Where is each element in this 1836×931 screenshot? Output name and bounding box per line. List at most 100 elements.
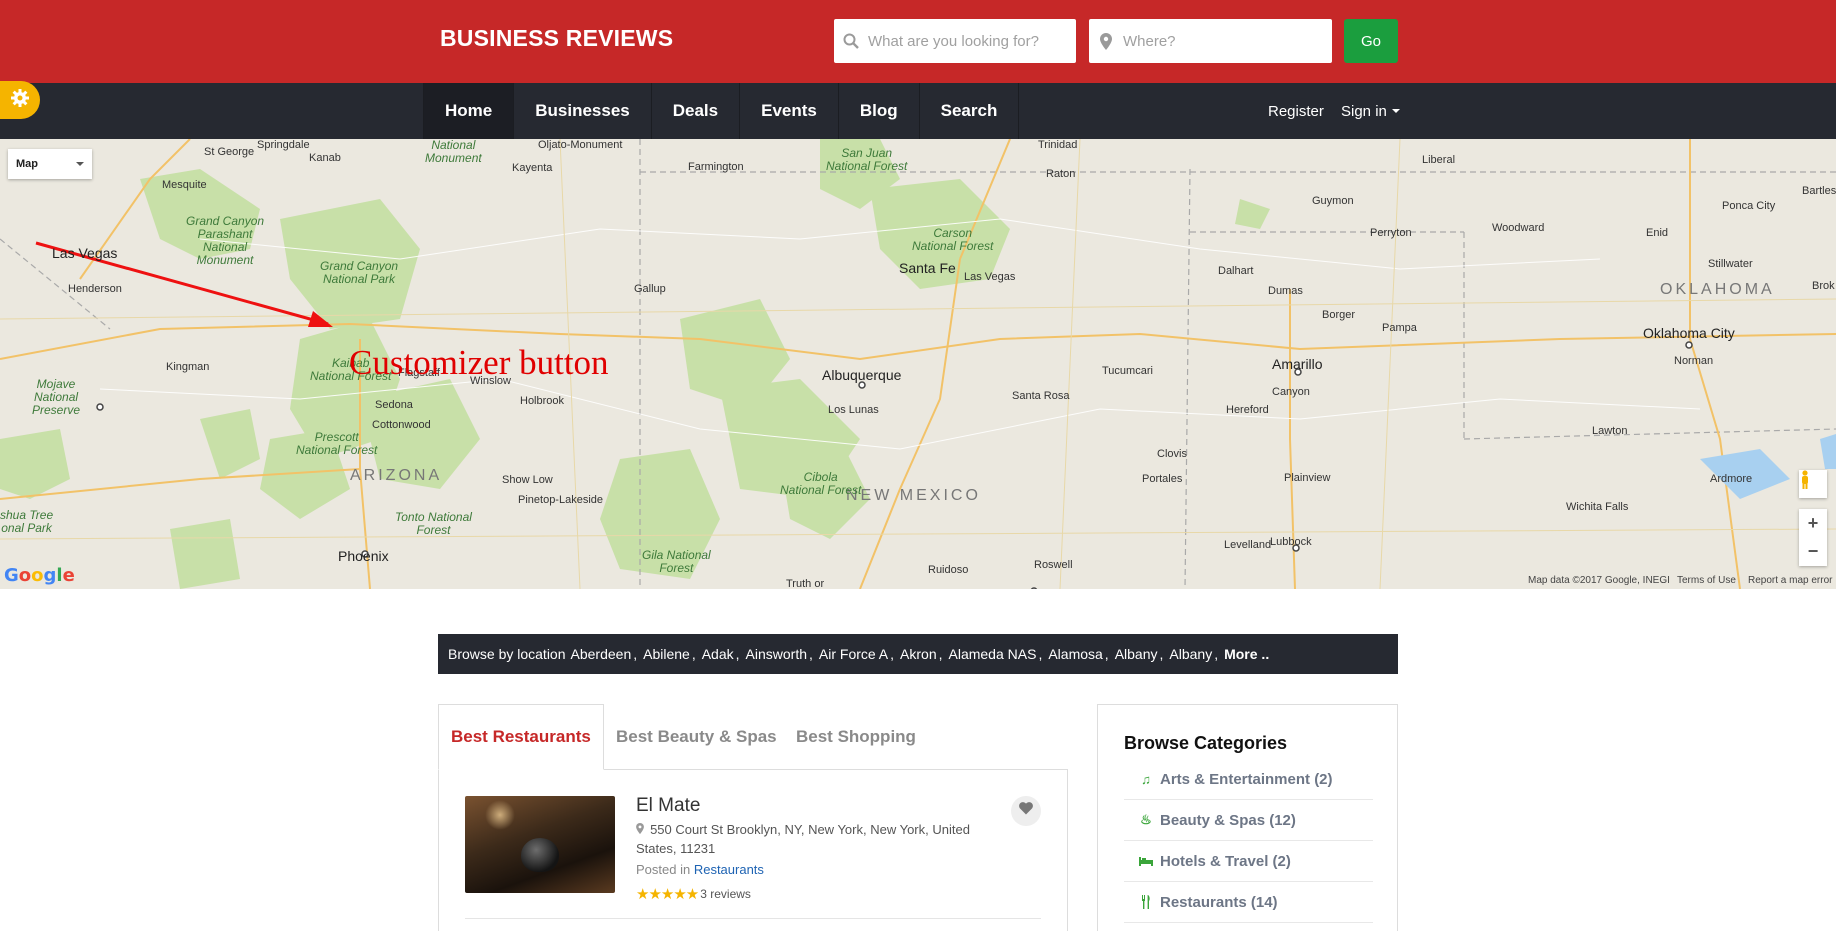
map-label: Henderson — [68, 283, 122, 295]
map-label: Borger — [1322, 309, 1356, 321]
listing-body: El Mate 550 Court St Brooklyn, NY, New Y… — [438, 770, 1068, 931]
map-label: Gallup — [634, 283, 666, 295]
tab-best-restaurants[interactable]: Best Restaurants — [438, 704, 604, 770]
location-link[interactable]: Aberdeen — [571, 646, 632, 662]
map-label: Holbrook — [520, 395, 565, 407]
nav-item-blog[interactable]: Blog — [839, 83, 920, 139]
location-link[interactable]: Ainsworth — [746, 646, 807, 662]
zoom-out-button[interactable]: − — [1799, 537, 1827, 565]
location-link[interactable]: Abilene — [643, 646, 690, 662]
map-label: Guymon — [1312, 195, 1354, 207]
map-label: Kanab — [309, 152, 341, 164]
map-label: Portales — [1142, 473, 1183, 485]
map-label: Farmington — [688, 161, 744, 173]
map-label: Show Low — [502, 474, 553, 486]
site-logo[interactable]: BUSINESS REVIEWS — [440, 25, 673, 52]
map-label: Santa Rosa — [1012, 390, 1070, 402]
business-title[interactable]: El Mate — [636, 795, 700, 817]
register-link[interactable]: Register — [1268, 83, 1324, 139]
map-label: Mesquite — [162, 179, 207, 191]
browse-location-label: Browse by location — [448, 646, 566, 662]
map-label-park: Cibola National Forest — [780, 470, 862, 497]
favorite-button[interactable] — [1011, 796, 1041, 826]
map-type-select[interactable]: Map — [8, 149, 92, 179]
map-report-link[interactable]: Report a map error — [1748, 575, 1832, 586]
category-label: Restaurants (14) — [1160, 893, 1278, 911]
location-link[interactable]: Alameda NAS — [949, 646, 1037, 662]
tab-best-beauty-spas[interactable]: Best Beauty & Spas — [616, 704, 777, 770]
map-label: Norman — [1674, 355, 1714, 367]
listing-panel: Best Restaurants Best Beauty & Spas Best… — [438, 704, 1068, 931]
nav-item-deals[interactable]: Deals — [652, 83, 741, 139]
location-link[interactable]: Adak — [702, 646, 734, 662]
street-view-pegman-icon[interactable] — [1799, 470, 1827, 498]
category-link[interactable]: Restaurants — [694, 862, 764, 877]
map-label: Hereford — [1226, 404, 1269, 416]
category-item-beauty[interactable]: ♨ Beauty & Spas (12) — [1124, 800, 1373, 841]
map-label-state: NEW MEXICO — [846, 487, 981, 504]
search-where-box[interactable] — [1089, 19, 1332, 63]
browse-categories-title: Browse Categories — [1124, 733, 1288, 753]
map-label: Phoenix — [338, 548, 389, 564]
zoom-control: + − — [1799, 509, 1827, 566]
listing-tabs: Best Restaurants Best Beauty & Spas Best… — [438, 704, 1068, 770]
google-logo: Google — [4, 565, 75, 586]
site-header: BUSINESS REVIEWS Go — [0, 0, 1836, 83]
map-label: Plainview — [1284, 472, 1331, 484]
category-item-restaurants[interactable]: Restaurants (14) — [1124, 882, 1373, 923]
main-navbar: Home Businesses Deals Events Blog Search… — [0, 83, 1836, 139]
map-label-state: ARIZONA — [350, 467, 443, 484]
map-label: Perryton — [1370, 227, 1412, 239]
map-label: Clovis — [1157, 448, 1187, 460]
nav-menu: Home Businesses Deals Events Blog Search — [423, 83, 1020, 139]
sign-in-dropdown[interactable]: Sign in — [1341, 83, 1400, 139]
zoom-in-button[interactable]: + — [1799, 509, 1827, 537]
browse-by-location-bar: Browse by location Aberdeen, Abilene, Ad… — [438, 634, 1398, 674]
go-button[interactable]: Go — [1344, 19, 1398, 63]
map-label: Truth or — [786, 578, 825, 589]
category-label: Beauty & Spas (12) — [1160, 811, 1296, 829]
map-label: Wichita Falls — [1566, 501, 1629, 513]
map-terms-link[interactable]: Terms of Use — [1677, 575, 1736, 586]
search-where-input[interactable] — [1123, 19, 1332, 63]
location-link[interactable]: Air Force A — [819, 646, 888, 662]
location-link[interactable]: Albany — [1169, 646, 1212, 662]
dropdown-arrow-icon — [76, 162, 84, 166]
map-label: Pampa — [1382, 322, 1417, 334]
map-label-park: San Juan National Forest — [826, 146, 908, 173]
customizer-button[interactable] — [0, 81, 40, 119]
utensils-icon — [1138, 895, 1154, 909]
location-link[interactable]: Alamosa — [1048, 646, 1102, 662]
posted-in-label: Posted in — [636, 862, 691, 877]
location-link[interactable]: Albany — [1115, 646, 1158, 662]
nav-item-search[interactable]: Search — [920, 83, 1020, 139]
nav-item-businesses[interactable]: Businesses — [514, 83, 652, 139]
map-label: Brok — [1812, 280, 1835, 292]
location-pin-icon — [1089, 32, 1123, 50]
more-locations-link[interactable]: More .. — [1224, 646, 1269, 662]
tab-best-shopping[interactable]: Best Shopping — [796, 704, 916, 770]
map-view[interactable]: Las Vegas Henderson Mesquite St George K… — [0, 139, 1836, 589]
map-label: Ruidoso — [928, 564, 969, 576]
review-count[interactable]: 3 reviews — [700, 887, 751, 901]
location-link[interactable]: Akron — [900, 646, 937, 662]
search-what-box[interactable] — [834, 19, 1076, 63]
category-item-arts[interactable]: ♫ Arts & Entertainment (2) — [1124, 759, 1373, 800]
map-label: Albuquerque — [822, 367, 902, 383]
browse-categories-panel: Browse Categories ♫ Arts & Entertainment… — [1097, 704, 1398, 931]
map-label-park: Gila National Forest — [642, 548, 711, 575]
category-item-hotels[interactable]: Hotels & Travel (2) — [1124, 841, 1373, 882]
business-thumbnail[interactable] — [465, 796, 615, 893]
nav-item-home[interactable]: Home — [424, 83, 515, 139]
nav-item-events[interactable]: Events — [740, 83, 839, 139]
map-label-park: Carson National Forest — [912, 226, 994, 253]
map-attribution: Map data ©2017 Google, INEGI — [1528, 575, 1670, 586]
map-label-park: Grand Canyon Parashant National Monument — [186, 214, 265, 267]
map-type-label: Map — [16, 158, 38, 170]
map-label: Sedona — [375, 399, 413, 411]
map-label: Roswell — [1034, 559, 1073, 571]
search-icon — [834, 33, 868, 49]
business-rating: ★★★★★ 3 reviews — [636, 885, 751, 903]
map-label: Los Lunas — [828, 404, 879, 416]
search-what-input[interactable] — [868, 19, 1076, 63]
